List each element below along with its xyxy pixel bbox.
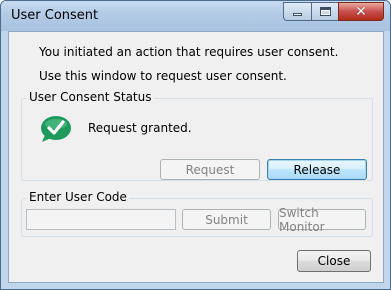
consent-status-group-label: User Consent Status [27, 90, 154, 104]
dialog-client-area: You initiated an action that requires us… [8, 31, 384, 283]
maximize-button[interactable] [311, 2, 338, 21]
switch-monitor-button[interactable]: Switch Monitor [278, 206, 366, 234]
submit-button[interactable]: Submit [182, 209, 271, 230]
user-code-group-label: Enter User Code [27, 190, 129, 204]
user-consent-window: User Consent ✕ You initiated an action t… [0, 0, 391, 290]
minimize-button[interactable] [283, 2, 311, 21]
request-button[interactable]: Request [160, 159, 260, 180]
close-window-button[interactable]: ✕ [338, 2, 384, 21]
close-icon: ✕ [355, 3, 367, 20]
info-message-line2: Use this window to request user consent. [39, 69, 287, 83]
release-button[interactable]: Release [267, 159, 367, 180]
window-title: User Consent [11, 8, 99, 23]
title-bar[interactable]: User Consent ✕ [1, 1, 390, 31]
user-code-input[interactable] [26, 209, 176, 230]
close-button[interactable]: Close [297, 250, 371, 272]
info-message-line1: You initiated an action that requires us… [39, 45, 339, 59]
minimize-icon [293, 13, 302, 16]
maximize-icon [319, 7, 331, 16]
consent-status-text: Request granted. [88, 121, 192, 135]
check-circle-icon [41, 116, 71, 142]
